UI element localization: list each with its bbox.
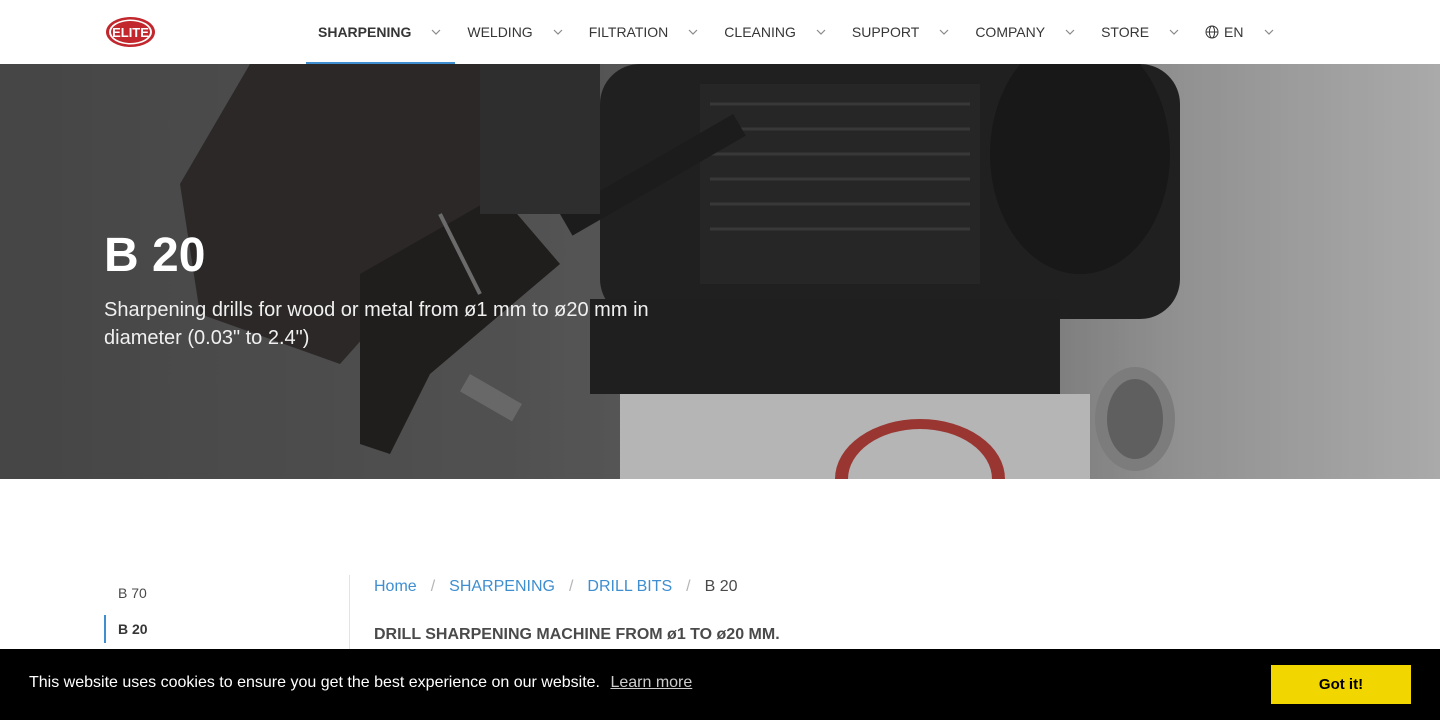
nav-item-store[interactable]: STORE: [1089, 0, 1193, 64]
breadcrumb-drill-bits[interactable]: DRILL BITS: [587, 578, 672, 596]
breadcrumb-sharpening[interactable]: SHARPENING: [449, 578, 555, 596]
chevron-down-icon: [1169, 29, 1179, 35]
nav-item-label: CLEANING: [724, 24, 796, 40]
nav-item-filtration[interactable]: FILTRATION: [577, 0, 713, 64]
chevron-down-icon: [1065, 29, 1075, 35]
chevron-down-icon: [939, 29, 949, 35]
chevron-down-icon: [688, 29, 698, 35]
product-heading: DRILL SHARPENING MACHINE FROM ø1 TO ø20 …: [374, 626, 780, 643]
sidebar-item-b20[interactable]: B 20: [104, 615, 334, 643]
main-menu: SHARPENING WELDING FILTRATION CLEANING S…: [306, 0, 1288, 64]
chevron-down-icon: [431, 29, 441, 35]
breadcrumb-separator: /: [686, 578, 691, 595]
nav-item-cleaning[interactable]: CLEANING: [712, 0, 840, 64]
svg-text:ELITE: ELITE: [112, 25, 149, 40]
breadcrumb-separator: /: [568, 578, 574, 595]
hero-overlay: [0, 64, 1440, 479]
nav-item-label: WELDING: [467, 24, 533, 40]
language-label: EN: [1224, 24, 1244, 40]
globe-icon: [1205, 25, 1219, 39]
top-navbar: ELITE SHARPENING WELDING FILTRATION CLEA…: [0, 0, 1440, 64]
cookie-accept-button[interactable]: Got it!: [1271, 665, 1411, 704]
nav-item-sharpening[interactable]: SHARPENING: [306, 0, 456, 64]
breadcrumb: Home / SHARPENING / DRILL BITS / B 20: [374, 576, 738, 598]
chevron-down-icon: [553, 29, 563, 35]
breadcrumb-separator: /: [430, 578, 436, 595]
breadcrumb-home[interactable]: Home: [374, 578, 417, 596]
nav-item-label: FILTRATION: [588, 24, 669, 40]
breadcrumb-current: B 20: [704, 578, 738, 595]
chevron-down-icon: [816, 29, 826, 35]
product-sidebar: B 70 B 20: [104, 575, 334, 643]
learn-more-link[interactable]: Learn more: [610, 674, 692, 691]
elite-logo[interactable]: ELITE: [105, 16, 156, 48]
hero-banner: B 20 Sharpening drills for wood or metal…: [0, 64, 1440, 479]
cookie-message: This website uses cookies to ensure you …: [29, 674, 600, 691]
cookie-message-container: This website uses cookies to ensure you …: [29, 674, 692, 692]
language-selector[interactable]: EN: [1193, 0, 1287, 64]
chevron-down-icon: [1264, 29, 1273, 35]
nav-item-company[interactable]: COMPANY: [963, 0, 1089, 64]
page-subtitle: Sharpening drills for wood or metal from…: [104, 299, 649, 349]
sidebar-item-b70[interactable]: B 70: [104, 575, 334, 611]
cookie-banner: This website uses cookies to ensure you …: [0, 649, 1440, 720]
nav-item-label: SUPPORT: [851, 24, 920, 40]
page-title: B 20: [104, 229, 206, 282]
nav-item-label: STORE: [1101, 24, 1150, 40]
nav-item-support[interactable]: SUPPORT: [840, 0, 963, 64]
nav-item-welding[interactable]: WELDING: [455, 0, 576, 64]
nav-item-label: SHARPENING: [318, 24, 412, 40]
nav-item-label: COMPANY: [975, 24, 1046, 40]
